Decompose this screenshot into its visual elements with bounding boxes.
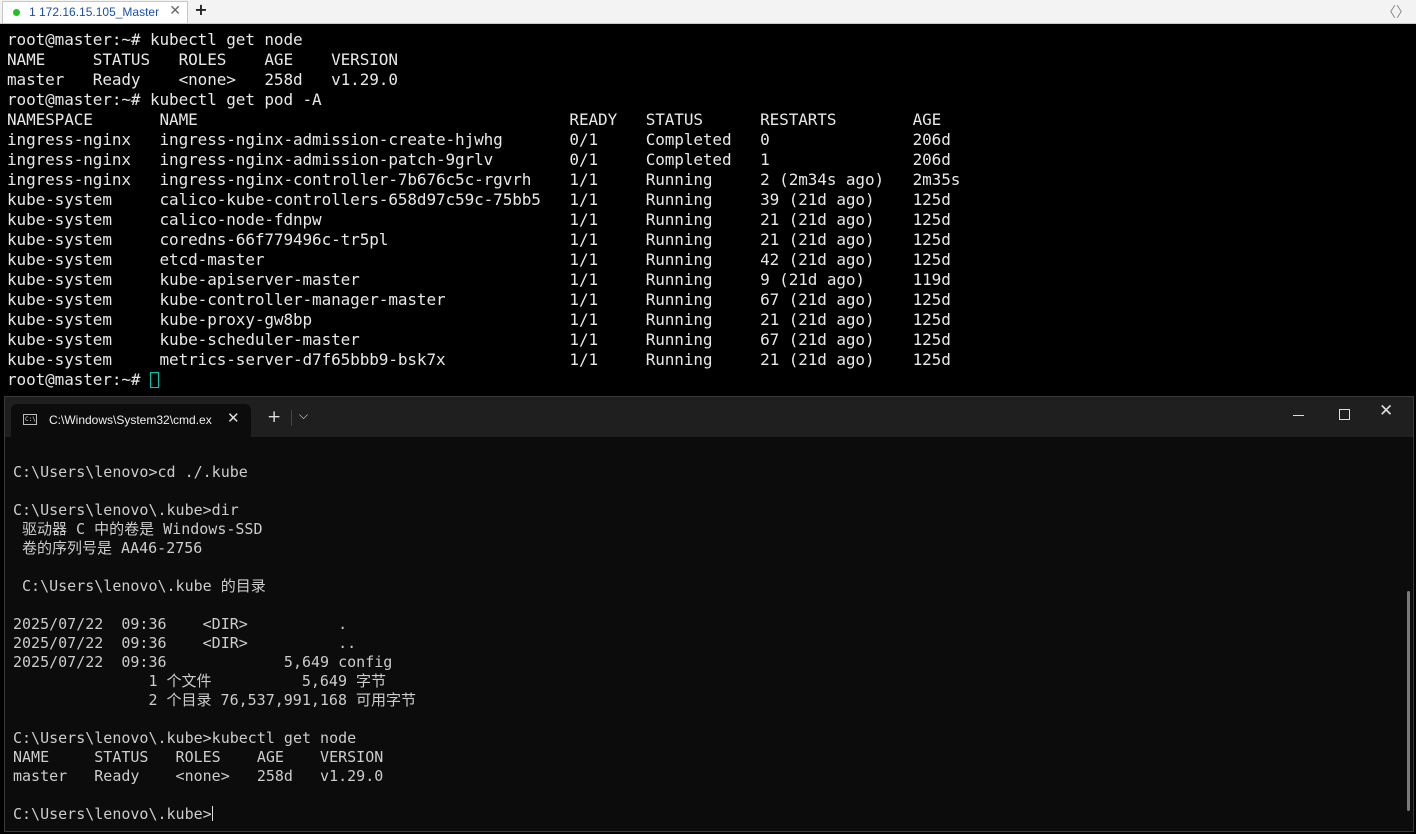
terminal-line: kube-system calico-kube-controllers-658d… [7, 190, 951, 209]
text-caret [211, 806, 213, 821]
close-icon[interactable]: ✕ [227, 409, 240, 427]
vertical-scrollbar[interactable] [1407, 591, 1410, 811]
terminal-line: C:\Users\lenovo\.kube>kubectl get node [13, 729, 357, 747]
close-icon[interactable]: ✕ [169, 3, 181, 19]
terminal-line: 驱动器 C 中的卷是 Windows-SSD [13, 520, 263, 538]
shell-prompt: root@master:~# [7, 370, 150, 389]
terminal-line: root@master:~# kubectl get node [7, 30, 303, 49]
terminal-line: NAME STATUS ROLES AGE VERSION [13, 748, 384, 766]
terminal-line: C:\Users\lenovo\.kube>dir [13, 501, 239, 519]
terminal-prompt-line[interactable]: root@master:~# [7, 370, 1412, 390]
terminal-line: 2025/07/22 09:36 <DIR> . [13, 615, 348, 633]
terminal-prompt-line[interactable]: C:\Users\lenovo\.kube> [13, 805, 1393, 824]
cmd-title-bar[interactable]: C:\ C:\Windows\System32\cmd.ex ✕ + ⌵ ✕ [5, 397, 1413, 437]
ssh-terminal-output[interactable]: root@master:~# kubectl get node NAME STA… [7, 30, 1412, 392]
connection-status-icon [13, 9, 20, 16]
scroll-tabs-left-icon[interactable]: 〈 [1382, 2, 1396, 22]
close-window-button[interactable]: ✕ [1379, 401, 1393, 421]
terminal-line: master Ready <none> 258d v1.29.0 [7, 70, 398, 89]
divider [291, 410, 292, 426]
terminal-line: C:\Users\lenovo\.kube 的目录 [13, 577, 266, 595]
cmd-prompt-icon: C:\ [23, 414, 37, 425]
terminal-line: kube-system coredns-66f779496c-tr5pl 1/1… [7, 230, 951, 249]
new-tab-button[interactable]: + [192, 0, 210, 19]
scroll-tabs-right-icon[interactable]: 〉 [1396, 2, 1410, 22]
terminal-line: kube-system metrics-server-d7f65bbb9-bsk… [7, 350, 951, 369]
terminal-line: kube-system kube-scheduler-master 1/1 Ru… [7, 330, 951, 349]
terminal-line: kube-system kube-proxy-gw8bp 1/1 Running… [7, 310, 951, 329]
ssh-tab-label: 1 172.16.15.105_Master [29, 5, 160, 19]
terminal-line: 1 个文件 5,649 字节 [13, 672, 387, 690]
terminal-line: kube-system kube-apiserver-master 1/1 Ru… [7, 270, 951, 289]
ssh-session-tab[interactable]: 1 172.16.15.105_Master ✕ [2, 1, 188, 23]
terminal-line: kube-system etcd-master 1/1 Running 42 (… [7, 250, 951, 269]
terminal-line: kube-system kube-controller-manager-mast… [7, 290, 951, 309]
cmd-terminal-output[interactable]: C:\Users\lenovo>cd ./.kube C:\Users\leno… [13, 463, 1393, 825]
terminal-line: ingress-nginx ingress-nginx-controller-7… [7, 170, 961, 189]
cmd-tab-label: C:\Windows\System32\cmd.ex [49, 413, 212, 427]
minimize-button[interactable] [1287, 403, 1311, 427]
terminal-line: 卷的序列号是 AA46-2756 [13, 539, 203, 557]
terminal-line: 2 个目录 76,537,991,168 可用字节 [13, 691, 417, 709]
chevron-down-icon[interactable]: ⌵ [299, 408, 308, 423]
terminal-line: C:\Users\lenovo>cd ./.kube [13, 463, 248, 481]
maximize-button[interactable] [1333, 403, 1357, 427]
terminal-line: NAMESPACE NAME READY STATUS RESTARTS AGE [7, 110, 942, 129]
terminal-line: 2025/07/22 09:36 5,649 config [13, 653, 393, 671]
terminal-line: kube-system calico-node-fdnpw 1/1 Runnin… [7, 210, 951, 229]
terminal-line: ingress-nginx ingress-nginx-admission-pa… [7, 150, 951, 169]
shell-prompt: C:\Users\lenovo\.kube> [13, 805, 212, 823]
terminal-line: master Ready <none> 258d v1.29.0 [13, 767, 384, 785]
terminal-line: root@master:~# kubectl get pod -A [7, 90, 322, 109]
ssh-tab-bar: 1 172.16.15.105_Master ✕ + 〈 〉 [0, 0, 1416, 24]
terminal-cursor [150, 372, 159, 388]
cmd-tab[interactable]: C:\ C:\Windows\System32\cmd.ex ✕ [11, 404, 251, 437]
new-tab-button[interactable]: + [267, 407, 281, 427]
terminal-line: NAME STATUS ROLES AGE VERSION [7, 50, 398, 69]
terminal-line: ingress-nginx ingress-nginx-admission-cr… [7, 130, 951, 149]
terminal-line: 2025/07/22 09:36 <DIR> .. [13, 634, 357, 652]
cmd-window: C:\ C:\Windows\System32\cmd.ex ✕ + ⌵ ✕ C… [4, 396, 1414, 832]
